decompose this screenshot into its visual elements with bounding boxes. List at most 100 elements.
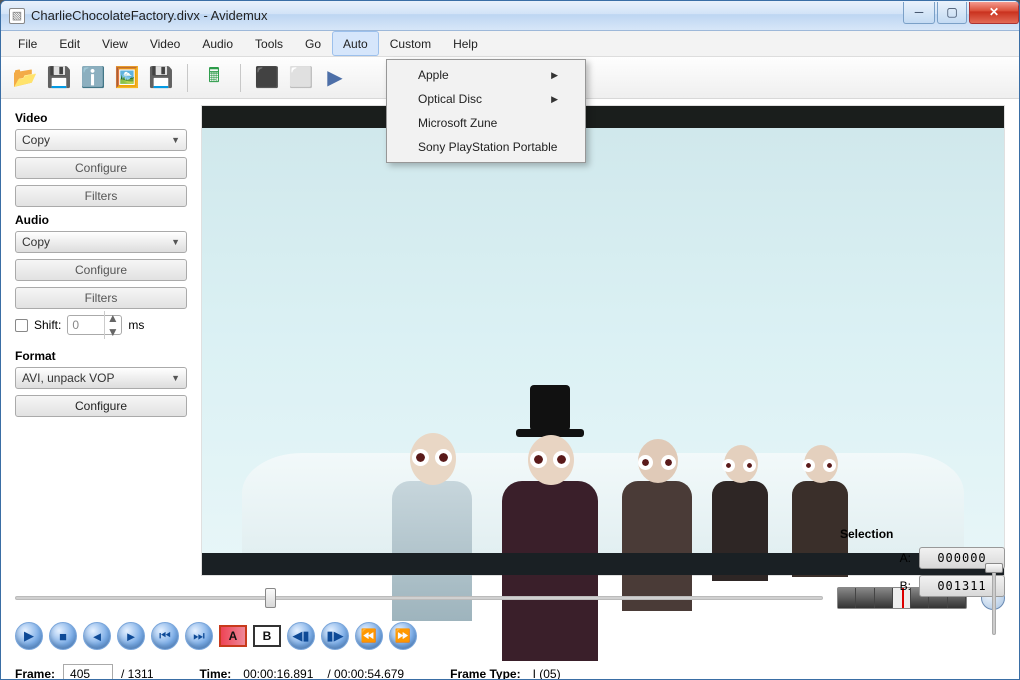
- auto-menu-apple[interactable]: Apple ▶: [390, 63, 582, 87]
- shift-label: Shift:: [34, 318, 61, 332]
- app-icon: [9, 8, 25, 24]
- menu-view[interactable]: View: [91, 31, 139, 56]
- save-image-button[interactable]: 💾: [147, 64, 175, 92]
- open-button[interactable]: 📂: [11, 64, 39, 92]
- time-label: Time:: [200, 667, 232, 680]
- video-codec-select[interactable]: Copy ▼: [15, 129, 187, 151]
- selection-title: Selection: [840, 527, 1005, 541]
- shift-checkbox[interactable]: [15, 319, 28, 332]
- folder-open-icon: 📂: [13, 65, 38, 90]
- video-preview: [201, 105, 1005, 576]
- titlebar: CharlieChocolateFactory.divx - Avidemux …: [1, 1, 1019, 31]
- menu-custom[interactable]: Custom: [379, 31, 442, 56]
- slider-thumb[interactable]: [265, 588, 276, 608]
- calculator-button[interactable]: 🖩: [200, 64, 228, 92]
- auto-dropdown: Apple ▶ Optical Disc▶ Microsoft Zune Sony…: [386, 59, 586, 163]
- close-button[interactable]: ✕: [969, 2, 1019, 24]
- volume-slider[interactable]: [989, 565, 999, 635]
- minimize-button[interactable]: ─: [903, 2, 935, 24]
- format-select[interactable]: AVI, unpack VOP ▼: [15, 367, 187, 389]
- goto-start-button[interactable]: ⏪: [355, 622, 383, 650]
- menu-item-label: Sony PlayStation Portable: [418, 140, 557, 154]
- letterbox-top: [202, 106, 1004, 128]
- process-run-button[interactable]: ▶: [321, 64, 349, 92]
- play-button[interactable]: ▶: [15, 622, 43, 650]
- menu-file[interactable]: File: [7, 31, 48, 56]
- video-configure-button[interactable]: Configure: [15, 157, 187, 179]
- application-window: CharlieChocolateFactory.divx - Avidemux …: [0, 0, 1020, 680]
- selection-a-label: A:: [900, 551, 911, 565]
- frame-total: / 1311: [121, 667, 153, 680]
- menu-item-label: Microsoft Zune: [418, 116, 497, 130]
- info-button[interactable]: ℹ️: [79, 64, 107, 92]
- shift-unit: ms: [128, 318, 144, 332]
- menu-item-label: Apple: [418, 68, 449, 82]
- timeline-slider[interactable]: [15, 586, 823, 610]
- chevron-down-icon: ▼: [171, 135, 180, 145]
- top-hat-icon: [530, 385, 570, 431]
- frame-field[interactable]: 405: [63, 664, 113, 680]
- next-keyframe-button[interactable]: ⏭: [185, 622, 213, 650]
- selection-b-label: B:: [900, 579, 911, 593]
- prev-frame-button[interactable]: ◄: [83, 622, 111, 650]
- floppy-icon: 💾: [47, 65, 72, 90]
- shift-spinner[interactable]: ▲▼: [67, 315, 122, 335]
- chevron-right-icon: ▶: [551, 70, 558, 81]
- process-in-button[interactable]: ⬛: [253, 64, 281, 92]
- frame-label: Frame:: [15, 667, 55, 680]
- maximize-button[interactable]: ▢: [937, 2, 967, 24]
- picture-icon: 🖼️: [115, 65, 140, 90]
- toolbar-separator: [240, 64, 241, 92]
- first-icon: ⏪: [361, 628, 377, 644]
- menu-auto[interactable]: Auto: [332, 31, 379, 56]
- process-out-button[interactable]: ⬜: [287, 64, 315, 92]
- video-section-title: Video: [15, 111, 187, 125]
- slider-thumb[interactable]: [985, 563, 1003, 573]
- info-icon: ℹ️: [81, 65, 106, 90]
- skip-forward-icon: ⏭: [193, 628, 205, 644]
- floppy-icon: 💾: [149, 65, 174, 90]
- time-total: / 00:00:54.679: [327, 667, 404, 680]
- menu-help[interactable]: Help: [442, 31, 489, 56]
- goto-end-button[interactable]: ⏩: [389, 622, 417, 650]
- audio-filters-button[interactable]: Filters: [15, 287, 187, 309]
- menu-go[interactable]: Go: [294, 31, 332, 56]
- auto-menu-optical-disc[interactable]: Optical Disc▶: [390, 87, 582, 111]
- audio-shift-row: Shift: ▲▼ ms: [15, 315, 187, 335]
- sidebar: Video Copy▼ Configure Filters Audio Copy…: [1, 99, 201, 576]
- menu-edit[interactable]: Edit: [48, 31, 91, 56]
- next-frame-button[interactable]: ►: [117, 622, 145, 650]
- shift-input[interactable]: [68, 318, 104, 332]
- chevron-down-icon: ▼: [107, 325, 119, 339]
- audio-configure-button[interactable]: Configure: [15, 259, 187, 281]
- next-black-button[interactable]: ▮▶: [321, 622, 349, 650]
- load-image-button[interactable]: 🖼️: [113, 64, 141, 92]
- set-marker-a-button[interactable]: A: [219, 625, 247, 647]
- set-marker-b-button[interactable]: B: [253, 625, 281, 647]
- menu-video[interactable]: Video: [139, 31, 191, 56]
- window-title: CharlieChocolateFactory.divx - Avidemux: [31, 8, 901, 23]
- time-value: 00:00:16.891: [243, 667, 313, 680]
- stop-icon: ■: [59, 629, 67, 644]
- arrow-right-icon: ►: [125, 629, 138, 644]
- format-configure-button[interactable]: Configure: [15, 395, 187, 417]
- format-value: AVI, unpack VOP: [22, 371, 115, 385]
- slider-track: [992, 565, 996, 635]
- prev-keyframe-button[interactable]: ⏮: [151, 622, 179, 650]
- menu-audio[interactable]: Audio: [191, 31, 244, 56]
- chevron-right-icon: ▶: [551, 94, 558, 105]
- audio-codec-value: Copy: [22, 235, 50, 249]
- last-icon: ⏩: [395, 628, 411, 644]
- video-filters-button[interactable]: Filters: [15, 185, 187, 207]
- auto-menu-psp[interactable]: Sony PlayStation Portable: [390, 135, 582, 159]
- auto-menu-zune[interactable]: Microsoft Zune: [390, 111, 582, 135]
- prev-black-button[interactable]: ◀▮: [287, 622, 315, 650]
- save-button[interactable]: 💾: [45, 64, 73, 92]
- spinner-arrows[interactable]: ▲▼: [104, 311, 120, 339]
- chevron-down-icon: ▼: [171, 373, 180, 383]
- menubar: File Edit View Video Audio Tools Go Auto…: [1, 31, 1019, 57]
- stop-button[interactable]: ■: [49, 622, 77, 650]
- menu-tools[interactable]: Tools: [244, 31, 294, 56]
- video-codec-value: Copy: [22, 133, 50, 147]
- audio-codec-select[interactable]: Copy▼: [15, 231, 187, 253]
